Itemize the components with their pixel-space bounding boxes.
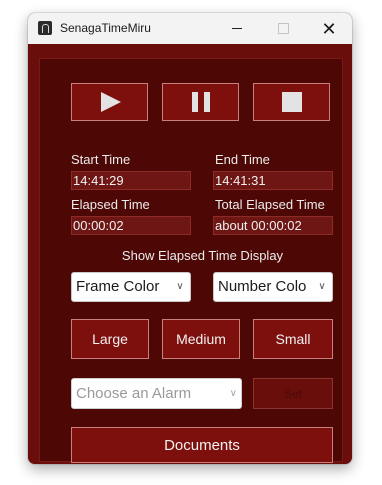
close-icon: ✕ <box>321 18 337 39</box>
close-button[interactable]: ✕ <box>306 13 352 44</box>
total-elapsed-value: about 00:00:02 <box>213 216 333 235</box>
large-button[interactable]: Large <box>71 319 149 359</box>
chevron-down-icon: ∨ <box>229 388 237 399</box>
end-time-value: 14:41:31 <box>213 171 333 190</box>
start-time-label: Start Time <box>71 152 131 167</box>
elapsed-time-value: 00:00:02 <box>71 216 191 235</box>
frame-color-value: Frame Color <box>76 278 160 295</box>
elapsed-time-label: Elapsed Time <box>71 197 150 212</box>
client-area: Start Time 14:41:29 End Time 14:41:31 El… <box>28 44 352 464</box>
medium-button[interactable]: Medium <box>162 319 240 359</box>
number-color-value: Number Colo <box>218 278 307 295</box>
play-button[interactable] <box>71 83 148 121</box>
total-elapsed-label: Total Elapsed Time <box>215 197 325 212</box>
app-window: SenagaTimeMiru ✕ Start Time 14:41:29 End… <box>28 13 352 464</box>
chevron-down-icon: ∨ <box>174 273 186 301</box>
alarm-placeholder: Choose an Alarm <box>76 385 192 402</box>
maximize-button <box>260 13 306 44</box>
stop-button[interactable] <box>253 83 330 121</box>
number-color-select[interactable]: Number Colo ∨ <box>213 272 333 302</box>
app-icon <box>38 21 52 35</box>
maximize-icon <box>277 23 289 34</box>
play-icon <box>101 92 121 112</box>
set-alarm-button[interactable]: Set <box>253 378 333 409</box>
title-bar[interactable]: SenagaTimeMiru ✕ <box>28 13 352 44</box>
small-button[interactable]: Small <box>253 319 333 359</box>
documents-button[interactable]: Documents <box>71 427 333 463</box>
end-time-label: End Time <box>215 152 270 167</box>
alarm-select[interactable]: Choose an Alarm ∨ <box>71 378 242 409</box>
minimize-button[interactable] <box>214 13 260 44</box>
frame-color-select[interactable]: Frame Color ∨ <box>71 272 191 302</box>
stop-icon <box>281 92 302 112</box>
pause-icon <box>191 92 210 112</box>
minimize-icon <box>232 28 242 29</box>
start-time-value: 14:41:29 <box>71 171 191 190</box>
pause-button[interactable] <box>162 83 239 121</box>
show-display-heading: Show Elapsed Time Display <box>121 248 284 263</box>
window-title: SenagaTimeMiru <box>60 21 151 35</box>
chevron-down-icon: ∨ <box>316 273 328 301</box>
main-panel: Start Time 14:41:29 End Time 14:41:31 El… <box>39 58 343 463</box>
